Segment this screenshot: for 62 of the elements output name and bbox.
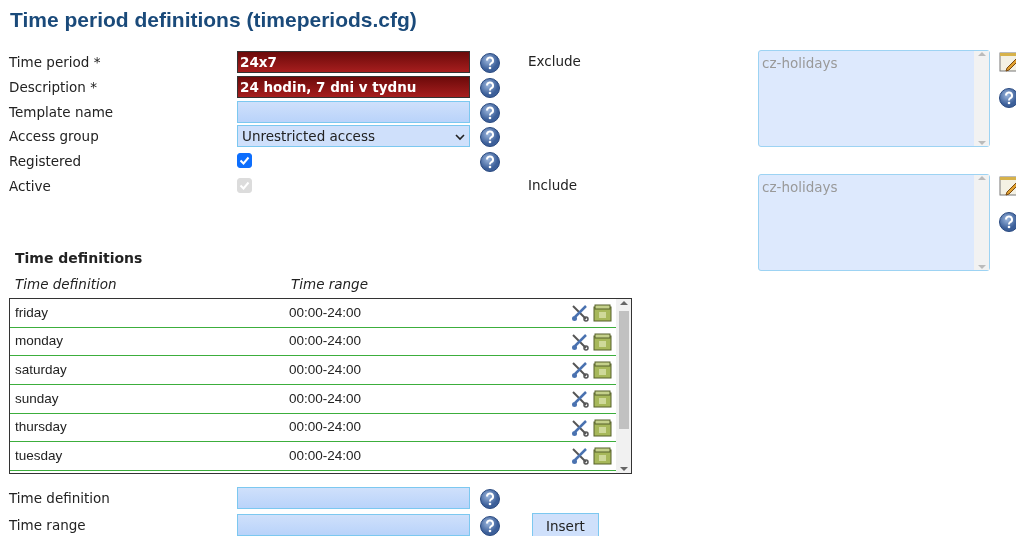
box-icon[interactable] <box>593 302 612 324</box>
table-cell-text: 00:00-24:00 <box>289 389 363 408</box>
tools-icon[interactable] <box>571 417 589 438</box>
tools-icon[interactable] <box>571 445 589 466</box>
input-field[interactable]: 24x7 <box>237 51 470 74</box>
tools-icon[interactable] <box>571 388 589 409</box>
field-label: Exclude <box>528 52 582 71</box>
insert-button[interactable]: Insert <box>532 512 599 536</box>
table-cell-text: monday <box>15 332 65 351</box>
notepad-icon[interactable] <box>999 51 1016 73</box>
scroll-down-icon[interactable] <box>619 465 628 474</box>
help-icon[interactable] <box>480 101 500 122</box>
help-icon[interactable] <box>999 211 1016 231</box>
field-label: Registered <box>9 151 83 171</box>
table-cell-text: sunday <box>15 389 60 408</box>
checkbox[interactable] <box>237 152 252 168</box>
field-label: Template name <box>9 102 115 122</box>
column-header: Time definition <box>15 275 118 295</box>
section-heading: Time definitions <box>15 249 144 269</box>
table-cell-text: 00:00-24:00 <box>289 418 363 437</box>
tools-icon[interactable] <box>571 360 589 381</box>
box-icon[interactable] <box>593 417 612 438</box>
field-label: Time definition <box>9 488 111 508</box>
box-icon[interactable] <box>593 331 612 352</box>
caret-icon[interactable] <box>455 133 465 141</box>
select-field[interactable]: Unrestricted access <box>237 125 470 148</box>
column-header: Time range <box>291 275 368 295</box>
help-icon[interactable] <box>480 77 500 98</box>
field-label: Active <box>9 176 52 196</box>
help-icon[interactable] <box>480 52 500 73</box>
scrollbar[interactable] <box>616 299 631 474</box>
box-icon[interactable] <box>593 445 612 466</box>
tools-icon[interactable] <box>571 331 589 352</box>
table-cell-text: 00:00-24:00 <box>289 303 363 322</box>
input-field[interactable] <box>237 513 470 536</box>
field-label: Include <box>528 176 579 195</box>
input-field[interactable]: 24 hodin, 7 dni v tydnu <box>237 76 470 99</box>
table-cell-text: friday <box>15 303 49 322</box>
check-icon <box>239 154 250 166</box>
table-cell-text: saturday <box>15 361 68 379</box>
table-cell-text: 00:00-24:00 <box>289 361 363 379</box>
input-field[interactable] <box>237 100 470 123</box>
table-cell-text: thursday <box>15 418 68 437</box>
table-cell-text: 00:00-24:00 <box>289 332 363 351</box>
help-icon[interactable] <box>999 87 1016 107</box>
help-icon[interactable] <box>480 487 500 508</box>
notepad-icon[interactable] <box>999 175 1016 197</box>
input-field[interactable] <box>237 486 470 509</box>
field-label: Description * <box>9 77 98 97</box>
help-icon[interactable] <box>480 514 500 535</box>
page-title: Time period definitions (timeperiods.cfg) <box>10 7 418 33</box>
help-icon[interactable] <box>480 151 500 172</box>
tools-icon[interactable] <box>571 302 589 324</box>
box-icon[interactable] <box>593 388 612 409</box>
table-cell-text: 00:00-24:00 <box>289 446 363 465</box>
box-icon[interactable] <box>593 360 612 381</box>
field-label: Time period * <box>9 53 102 73</box>
help-icon[interactable] <box>480 126 500 147</box>
table-cell-text: tuesday <box>15 446 64 465</box>
field-label: Access group <box>9 127 100 147</box>
scroll-up-icon[interactable] <box>619 299 628 308</box>
field-label: Time range <box>9 515 87 535</box>
